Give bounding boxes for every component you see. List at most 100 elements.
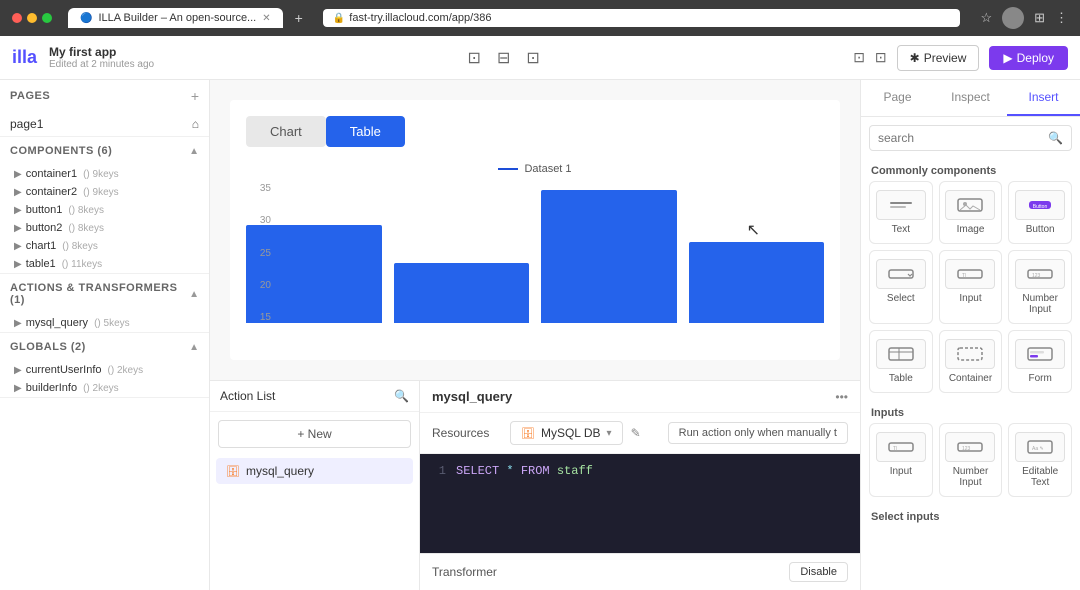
component-container2[interactable]: ▶ container2 () 9keys	[0, 183, 209, 201]
legend-label: Dataset 1	[524, 163, 571, 175]
arrow-right-icon: ▶	[14, 365, 22, 376]
new-tab-button[interactable]: +	[295, 10, 303, 26]
chart-legend: Dataset 1	[246, 163, 824, 175]
svg-text:123: 123	[962, 446, 971, 452]
canvas-top[interactable]: Chart Table Dataset 1 35 30 25	[210, 80, 860, 380]
tablet-layout-icon[interactable]: ⊟	[497, 48, 510, 68]
pages-header[interactable]: PAGES +	[0, 80, 209, 112]
component-table-label: Table	[889, 373, 913, 384]
y-label-15: 15	[246, 312, 271, 323]
query-code-area[interactable]: 1 SELECT * FROM staff	[420, 454, 860, 553]
inputs-grid: T| Input 123 Number Input Aa ✎ Editable …	[861, 423, 1080, 505]
topbar-center: ⊡ ⊟ ⊡	[166, 48, 841, 68]
action-search-icon[interactable]: 🔍	[394, 389, 409, 403]
component-table[interactable]: Table	[869, 330, 933, 393]
bookmark-icon[interactable]: ☆	[980, 10, 992, 26]
y-label-35: 35	[246, 183, 271, 194]
actions-header[interactable]: ACTIONS & TRANSFORMERS (1) ▲	[0, 274, 209, 314]
component-table1[interactable]: ▶ table1 () 11keys	[0, 255, 209, 273]
arrow-right-icon: ▶	[14, 318, 22, 329]
number2-icon: 123	[945, 432, 995, 462]
component-container[interactable]: Container	[939, 330, 1003, 393]
component-form[interactable]: Form	[1008, 330, 1072, 393]
query-resources-bar: Resources 🗄 MySQL DB ▾ ✎ Run action only…	[420, 413, 860, 454]
y-label-25: 25	[246, 248, 271, 259]
action-item-mysql[interactable]: 🗄 mysql_query	[216, 458, 413, 484]
deploy-triangle-icon: ▶	[1003, 51, 1012, 65]
tab-inspect[interactable]: Inspect	[934, 80, 1007, 116]
logo-mark[interactable]: illa	[12, 47, 37, 68]
tab-page[interactable]: Page	[861, 80, 934, 116]
table-button[interactable]: Table	[326, 116, 405, 147]
editable-icon: Aa ✎	[1015, 432, 1065, 462]
run-condition-text[interactable]: Run action only when manually t	[668, 422, 848, 444]
action-mysql-query[interactable]: ▶ mysql_query () 5keys	[0, 314, 209, 332]
save-icon[interactable]: ⊡	[853, 49, 865, 66]
component-number-input[interactable]: 123 Number Input	[1008, 250, 1072, 324]
close-dot[interactable]	[12, 13, 22, 23]
globals-header[interactable]: GLOBALS (2) ▲	[0, 333, 209, 361]
tab-close-icon[interactable]: ✕	[262, 13, 270, 24]
svg-text:Aa ✎: Aa ✎	[1032, 446, 1044, 452]
browser-tab[interactable]: 🔵 ILLA Builder – An open-source... ✕	[68, 8, 283, 28]
pages-title: PAGES	[10, 90, 50, 102]
component-button2[interactable]: ▶ button2 () 8keys	[0, 219, 209, 237]
right-search-bar[interactable]: 🔍	[869, 125, 1072, 151]
component-container1[interactable]: ▶ container1 () 9keys	[0, 165, 209, 183]
left-panel: PAGES + page1 ⌂ COMPONENTS (6) ▲ ▶	[0, 80, 210, 590]
search-input[interactable]	[878, 131, 1042, 145]
pages-add-icon[interactable]: +	[191, 88, 199, 104]
globals-toggle-icon[interactable]: ▲	[189, 342, 199, 353]
preview-button[interactable]: ✱ Preview	[897, 45, 980, 71]
component-image[interactable]: Image	[939, 181, 1003, 244]
component-text[interactable]: Text	[869, 181, 933, 244]
arrow-right-icon: ▶	[14, 187, 22, 198]
resources-select[interactable]: 🗄 MySQL DB ▾	[510, 421, 623, 445]
bottom-panel: Action List 🔍 + New 🗄 mysql_query mysq	[210, 380, 860, 590]
browser-avatar[interactable]	[1002, 7, 1024, 29]
component-chart1[interactable]: ▶ chart1 () 8keys	[0, 237, 209, 255]
form-component-icon	[1015, 339, 1065, 369]
button-component-icon: Button	[1015, 190, 1065, 220]
desktop-layout-icon[interactable]: ⊡	[468, 48, 481, 68]
inputs-section-title: Inputs	[861, 401, 1080, 423]
arrow-right-icon: ▶	[14, 383, 22, 394]
global-builder-info[interactable]: ▶ builderInfo () 2keys	[0, 379, 209, 397]
search-icon: 🔍	[1048, 131, 1063, 145]
menu-icon[interactable]: ⋮	[1055, 10, 1068, 26]
share-icon[interactable]: ⊡	[875, 49, 887, 66]
component-select[interactable]: Select	[869, 250, 933, 324]
minimize-dot[interactable]	[27, 13, 37, 23]
editable-text-card[interactable]: Aa ✎ Editable Text	[1008, 423, 1072, 497]
select-component-icon	[876, 259, 926, 289]
chevron-down-icon: ▾	[607, 428, 612, 439]
number-input2-card[interactable]: 123 Number Input	[939, 423, 1003, 497]
component-button1[interactable]: ▶ button1 () 8keys	[0, 201, 209, 219]
component-button[interactable]: Button Button	[1008, 181, 1072, 244]
table-component-icon	[876, 339, 926, 369]
disable-button[interactable]: Disable	[789, 562, 848, 582]
deploy-button[interactable]: ▶ Deploy	[989, 46, 1068, 70]
right-panel-tabs: Page Inspect Insert	[861, 80, 1080, 117]
edit-resource-icon[interactable]: ✎	[631, 426, 641, 440]
page1-item[interactable]: page1 ⌂	[0, 112, 209, 136]
extension-icon[interactable]: ⊞	[1034, 10, 1045, 26]
query-more-icon[interactable]: •••	[835, 390, 848, 404]
new-action-button[interactable]: + New	[218, 420, 411, 448]
mobile-layout-icon[interactable]: ⊡	[526, 48, 539, 68]
tab-title: ILLA Builder – An open-source...	[98, 12, 256, 24]
address-bar[interactable]: 🔒 fast-try.illacloud.com/app/386	[323, 9, 961, 27]
transformer-bar: Transformer Disable	[420, 553, 860, 590]
components-header[interactable]: COMPONENTS (6) ▲	[0, 137, 209, 165]
global-current-user[interactable]: ▶ currentUserInfo () 2keys	[0, 361, 209, 379]
home-icon: ⌂	[192, 117, 199, 131]
components-toggle-icon[interactable]: ▲	[189, 146, 199, 157]
maximize-dot[interactable]	[42, 13, 52, 23]
actions-toggle-icon[interactable]: ▲	[189, 289, 199, 300]
input-component-card[interactable]: T| Input	[869, 423, 933, 497]
editable-label: Editable Text	[1013, 466, 1067, 488]
component-input[interactable]: T| Input	[939, 250, 1003, 324]
page1-name: page1	[10, 117, 43, 131]
tab-insert[interactable]: Insert	[1007, 80, 1080, 116]
chart-button[interactable]: Chart	[246, 116, 326, 147]
